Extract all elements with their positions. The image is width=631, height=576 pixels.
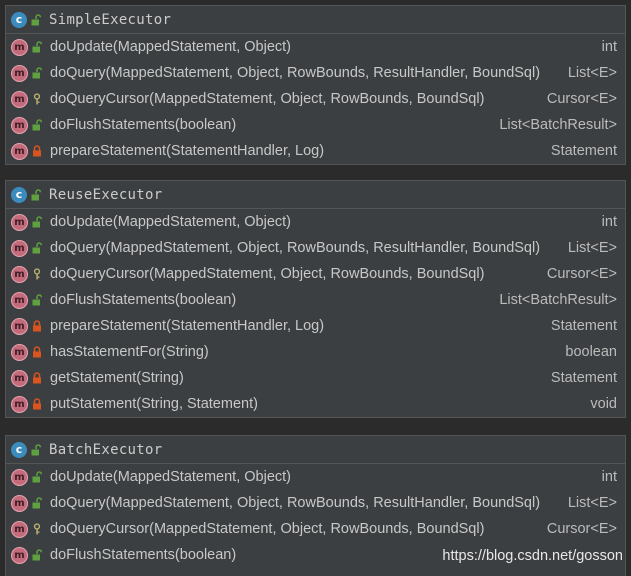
method-icon: m: [11, 520, 28, 538]
public-unlocked-icon: [32, 41, 42, 53]
method-row[interactable]: m putStatement(String, Statement) void: [6, 391, 625, 417]
method-row[interactable]: m doFlushStatements(boolean) List<BatchRes…: [6, 112, 625, 138]
method-name: doQueryCursor(MappedStatement, Object, R…: [50, 91, 485, 107]
private-lock-icon: [32, 398, 42, 410]
method-icon: m: [11, 291, 28, 309]
class-icon: c: [11, 441, 27, 458]
private-lock-icon: [32, 346, 42, 358]
return-type: List<E>: [567, 495, 617, 511]
private-lock-icon: [32, 320, 42, 332]
method-icon: m: [11, 494, 28, 512]
method-icon: m: [11, 142, 28, 160]
method-name: prepareStatement(StatementHandler, Log): [50, 143, 325, 159]
return-type: boolean: [565, 344, 617, 360]
public-unlocked-icon: [31, 13, 41, 26]
method-name: doQuery(MappedStatement, Object, RowBoun…: [50, 495, 541, 511]
method-row[interactable]: m doUpdate(MappedStatement, Object) int: [6, 34, 625, 60]
class-name: SimpleExecutor: [49, 11, 172, 28]
method-name: doQueryCursor(MappedStatement, Object, R…: [50, 266, 485, 282]
method-row[interactable]: m prepareStatement(StatementHandler, Log)…: [6, 313, 625, 339]
class-panel-reuseexecutor: c ReuseExecutor m doUpdate(MappedStatement,…: [5, 180, 626, 418]
class-panel-simpleexecutor: c SimpleExecutor m doUpdate(MappedStatement…: [5, 5, 626, 165]
return-type: Cursor<E>: [546, 521, 617, 537]
method-row[interactable]: m doQuery(MappedStatement, Object, RowBou…: [6, 490, 625, 516]
method-name: prepareStatement(StatementHandler, Log): [50, 318, 325, 334]
public-unlocked-icon: [31, 443, 41, 456]
method-row[interactable]: m doUpdate(MappedStatement, Object) int: [6, 464, 625, 490]
method-row[interactable]: m doQuery(MappedStatement, Object, RowBou…: [6, 235, 625, 261]
method-row[interactable]: m doFlushStatements(boolean) List<BatchRes…: [6, 287, 625, 313]
method-row[interactable]: m getStatement(String) Statement: [6, 365, 625, 391]
method-name: doQuery(MappedStatement, Object, RowBoun…: [50, 240, 541, 256]
return-type: Statement: [550, 143, 617, 159]
private-lock-icon: [32, 145, 42, 157]
class-header: c BatchExecutor: [6, 436, 625, 464]
method-icon: m: [11, 317, 28, 335]
method-name: hasStatementFor(String): [50, 344, 209, 360]
method-icon: m: [11, 213, 28, 231]
method-name: doUpdate(MappedStatement, Object): [50, 469, 291, 485]
method-name: doQueryCursor(MappedStatement, Object, R…: [50, 521, 485, 537]
public-unlocked-icon: [32, 67, 42, 79]
return-type: int: [601, 469, 617, 485]
method-icon: m: [11, 239, 28, 257]
class-icon: c: [11, 186, 27, 203]
public-unlocked-icon: [31, 188, 41, 201]
method-icon: m: [11, 343, 28, 361]
method-icon: m: [11, 116, 28, 134]
return-type: void: [590, 396, 617, 412]
public-unlocked-icon: [32, 119, 42, 131]
public-unlocked-icon: [32, 294, 42, 306]
protected-key-icon: [32, 268, 42, 280]
method-name: doQuery(MappedStatement, Object, RowBoun…: [50, 65, 541, 81]
class-name: ReuseExecutor: [49, 186, 163, 203]
private-lock-icon: [32, 372, 42, 384]
return-type: List<BatchResult>: [499, 117, 617, 133]
method-row[interactable]: m doUpdate(MappedStatement, Object) int: [6, 209, 625, 235]
method-row[interactable]: m doQuery(MappedStatement, Object, RowBou…: [6, 60, 625, 86]
method-name: doFlushStatements(boolean): [50, 292, 237, 308]
return-type: List<BatchResult>: [499, 292, 617, 308]
method-row[interactable]: m doQueryCursor(MappedStatement, Object, …: [6, 261, 625, 287]
method-name: doUpdate(MappedStatement, Object): [50, 214, 291, 230]
method-row[interactable]: m hasStatementFor(String) boolean: [6, 339, 625, 365]
method-icon: m: [11, 468, 28, 486]
class-header: c ReuseExecutor: [6, 181, 625, 209]
return-type: List<E>: [567, 240, 617, 256]
public-unlocked-icon: [32, 497, 42, 509]
return-type: Cursor<E>: [546, 266, 617, 282]
method-icon: m: [11, 395, 28, 413]
return-type: List<E>: [567, 65, 617, 81]
watermark: https://blog.csdn.net/gosson: [442, 548, 623, 564]
return-type: int: [601, 214, 617, 230]
protected-key-icon: [32, 523, 42, 535]
public-unlocked-icon: [32, 471, 42, 483]
method-name: doUpdate(MappedStatement, Object): [50, 39, 291, 55]
class-name: BatchExecutor: [49, 441, 163, 458]
method-row[interactable]: m doQueryCursor(MappedStatement, Object, …: [6, 86, 625, 112]
return-type: Statement: [550, 370, 617, 386]
method-icon: m: [11, 265, 28, 283]
class-icon: c: [11, 11, 27, 28]
protected-key-icon: [32, 93, 42, 105]
public-unlocked-icon: [32, 216, 42, 228]
method-icon: m: [11, 546, 28, 564]
method-icon: m: [11, 369, 28, 387]
public-unlocked-icon: [32, 549, 42, 561]
return-type: Statement: [550, 318, 617, 334]
public-unlocked-icon: [32, 242, 42, 254]
method-icon: m: [11, 90, 28, 108]
class-header: c SimpleExecutor: [6, 6, 625, 34]
method-name: doFlushStatements(boolean): [50, 547, 237, 563]
method-row[interactable]: m doQueryCursor(MappedStatement, Object, …: [6, 516, 625, 542]
method-icon: m: [11, 38, 28, 56]
method-name: getStatement(String): [50, 370, 184, 386]
return-type: int: [601, 39, 617, 55]
method-row[interactable]: m prepareStatement(StatementHandler, Log)…: [6, 138, 625, 164]
method-icon: m: [11, 64, 28, 82]
method-name: doFlushStatements(boolean): [50, 117, 237, 133]
return-type: Cursor<E>: [546, 91, 617, 107]
method-name: putStatement(String, Statement): [50, 396, 258, 412]
